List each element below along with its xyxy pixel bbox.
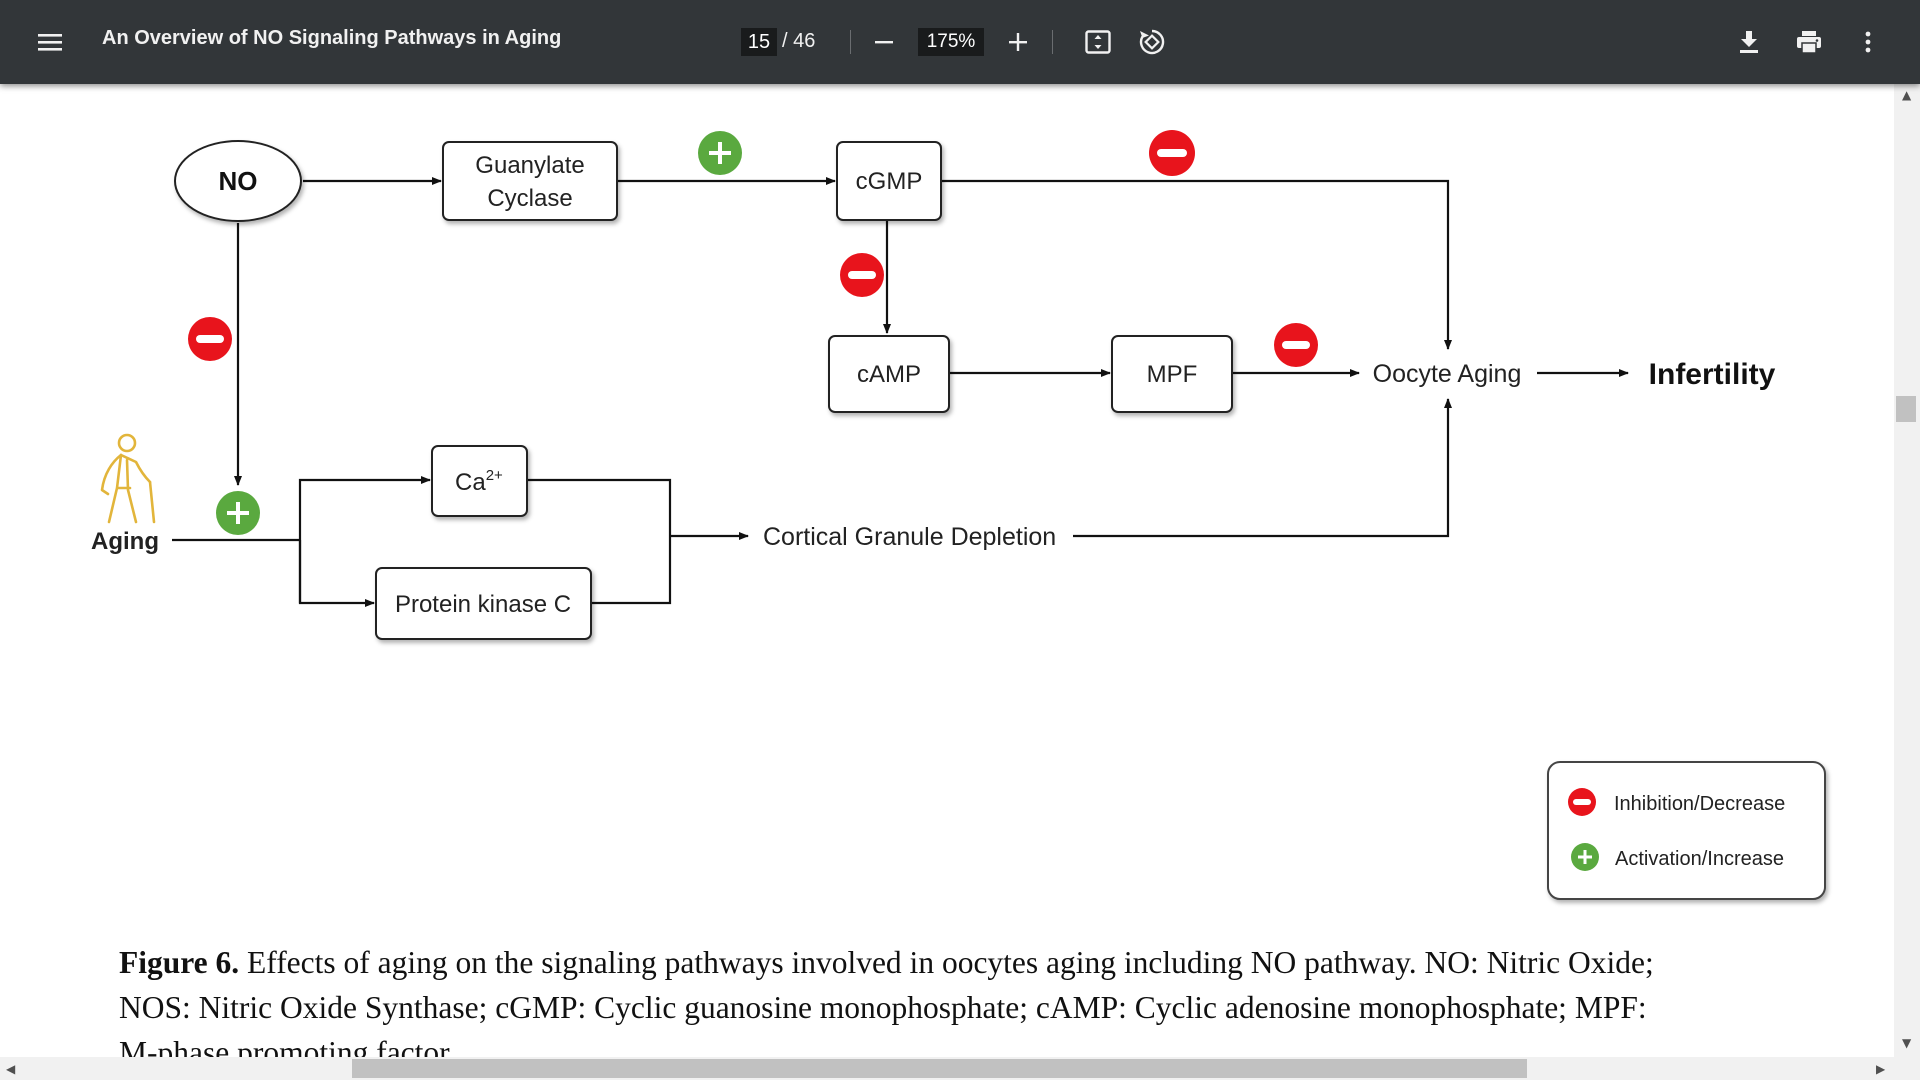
rotate-icon — [1139, 29, 1165, 55]
node-ca-superscript: 2+ — [486, 467, 503, 484]
page-total: / 46 — [782, 30, 816, 52]
inhibit-badge-cgmp-oocyte — [1149, 130, 1195, 176]
node-protein-kinase-label: Protein kinase C — [395, 591, 571, 618]
zoom-out-button[interactable] — [868, 26, 900, 58]
elderly-person-icon — [100, 433, 156, 524]
node-ca-label: Ca — [455, 469, 486, 496]
scroll-left-arrow-icon[interactable]: ◀ — [6, 1062, 15, 1076]
fit-to-page-button[interactable] — [1082, 26, 1114, 58]
plus-icon — [1009, 33, 1027, 51]
node-no: NO — [174, 140, 302, 222]
node-infertility: Infertility — [1649, 358, 1776, 391]
hamburger-menu-icon[interactable] — [34, 26, 66, 58]
activate-badge-aging — [216, 491, 260, 535]
download-icon — [1740, 31, 1758, 53]
print-button[interactable] — [1792, 26, 1826, 58]
scroll-down-arrow-icon[interactable]: ▼ — [1902, 1036, 1911, 1050]
scroll-up-arrow-icon[interactable]: ▲ — [1902, 88, 1911, 102]
figure-6-diagram: NO Guanylate Cyclase cGMP cAMP MPF Oocyt… — [91, 130, 1826, 900]
horizontal-scroll-thumb[interactable] — [352, 1059, 1527, 1078]
more-vertical-icon — [1865, 31, 1871, 53]
node-oocyte-aging: Oocyte Aging — [1373, 360, 1522, 388]
arrow-cgmp-to-oocyte — [941, 179, 1452, 350]
more-options-button[interactable] — [1852, 26, 1884, 58]
zoom-in-button[interactable] — [1002, 26, 1034, 58]
node-cortical-granule: Cortical Granule Depletion — [763, 523, 1056, 551]
legend: Inhibition/Decrease Activation/Increase — [1547, 761, 1826, 900]
node-no-label: NO — [219, 166, 258, 196]
rotate-button[interactable] — [1136, 26, 1168, 58]
node-guanylate-line2: Cyclase — [487, 185, 572, 212]
toolbar-divider — [850, 30, 851, 54]
fit-to-page-icon — [1085, 30, 1111, 54]
caption-line3: M-phase promoting factor. — [119, 1035, 456, 1057]
vertical-scrollbar[interactable] — [1894, 84, 1920, 1057]
legend-inhibition-label: Inhibition/Decrease — [1614, 793, 1785, 815]
page-number-input[interactable]: 15 — [741, 28, 777, 56]
activate-badge-guanylate-cgmp — [698, 131, 742, 175]
figure-caption: Figure 6. Effects of aging on the signal… — [119, 940, 1819, 1057]
legend-inhibit-icon — [1568, 788, 1596, 816]
caption-line2: NOS: Nitric Oxide Synthase; cGMP: Cyclic… — [119, 990, 1647, 1025]
node-ca: Ca2+ — [431, 445, 528, 517]
node-protein-kinase-c: Protein kinase C — [375, 567, 592, 640]
inhibit-badge-no-aging — [188, 317, 232, 361]
download-button[interactable] — [1733, 26, 1765, 58]
arrow-to-protein-kinase — [298, 540, 375, 607]
caption-label: Figure 6. — [119, 945, 240, 980]
node-guanylate-cyclase: Guanylate Cyclase — [442, 141, 618, 221]
document-viewer[interactable]: NO Guanylate Cyclase cGMP cAMP MPF Oocyt… — [0, 84, 1894, 1057]
inhibit-badge-mpf-oocyte — [1274, 323, 1318, 367]
inhibit-badge-cgmp-camp — [840, 253, 884, 297]
node-aging-label: Aging — [91, 528, 159, 555]
legend-activate-icon — [1571, 843, 1599, 871]
vertical-scroll-thumb[interactable] — [1896, 396, 1916, 422]
print-icon — [1797, 31, 1821, 54]
node-cgmp: cGMP — [836, 141, 942, 221]
zoom-level-input[interactable]: 175% — [918, 28, 984, 56]
pdf-toolbar: An Overview of NO Signaling Pathways in … — [0, 0, 1920, 84]
node-camp: cAMP — [828, 335, 950, 413]
node-mpf: MPF — [1111, 335, 1233, 413]
node-mpf-label: MPF — [1147, 361, 1198, 388]
scroll-right-arrow-icon[interactable]: ▶ — [1876, 1062, 1885, 1076]
node-camp-label: cAMP — [857, 361, 921, 388]
toolbar-divider — [1052, 30, 1053, 54]
node-cgmp-label: cGMP — [856, 168, 923, 195]
minus-icon — [875, 41, 893, 44]
legend-activation-label: Activation/Increase — [1615, 848, 1784, 870]
arrow-cortical-to-oocyte — [1073, 398, 1452, 538]
caption-line1: Effects of aging on the signaling pathwa… — [239, 945, 1654, 980]
node-guanylate-line1: Guanylate — [475, 152, 584, 179]
document-title: An Overview of NO Signaling Pathways in … — [102, 27, 562, 49]
